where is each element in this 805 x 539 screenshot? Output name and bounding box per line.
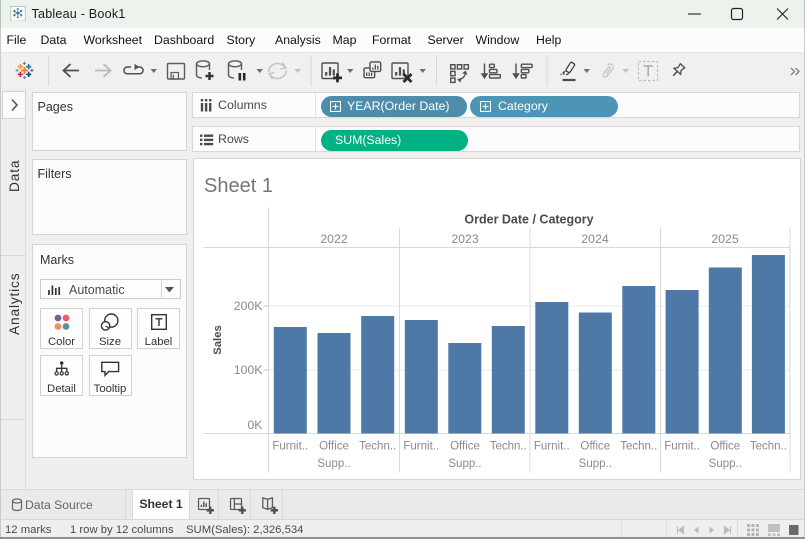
svg-text:Techn..: Techn.. <box>359 440 396 452</box>
svg-text:Furnit..: Furnit.. <box>533 440 569 452</box>
svg-text:Office: Office <box>319 440 349 452</box>
svg-text:Supp..: Supp.. <box>578 458 611 470</box>
svg-text:Techn..: Techn.. <box>620 440 657 452</box>
svg-text:Furnit..: Furnit.. <box>272 440 308 452</box>
svg-text:Office: Office <box>710 440 740 452</box>
svg-text:2024: 2024 <box>581 232 609 246</box>
svg-text:Supp..: Supp.. <box>708 458 741 470</box>
svg-text:2023: 2023 <box>451 232 479 246</box>
svg-text:Techn..: Techn.. <box>489 440 526 452</box>
svg-text:Supp..: Supp.. <box>448 458 481 470</box>
svg-text:Furnit..: Furnit.. <box>664 440 700 452</box>
svg-text:Techn..: Techn.. <box>749 440 786 452</box>
svg-text:0K: 0K <box>247 418 263 432</box>
svg-text:200K: 200K <box>233 299 263 313</box>
svg-text:Office: Office <box>450 440 480 452</box>
svg-text:Furnit..: Furnit.. <box>403 440 439 452</box>
svg-text:Order Date / Category: Order Date / Category <box>464 212 593 226</box>
svg-text:Sales: Sales <box>211 325 223 355</box>
svg-text:2022: 2022 <box>320 232 348 246</box>
svg-text:Office: Office <box>580 440 610 452</box>
svg-text:2025: 2025 <box>711 232 739 246</box>
svg-text:Supp..: Supp.. <box>317 458 350 470</box>
svg-text:100K: 100K <box>233 363 263 377</box>
svg-text:Sheet 1: Sheet 1 <box>204 175 273 197</box>
